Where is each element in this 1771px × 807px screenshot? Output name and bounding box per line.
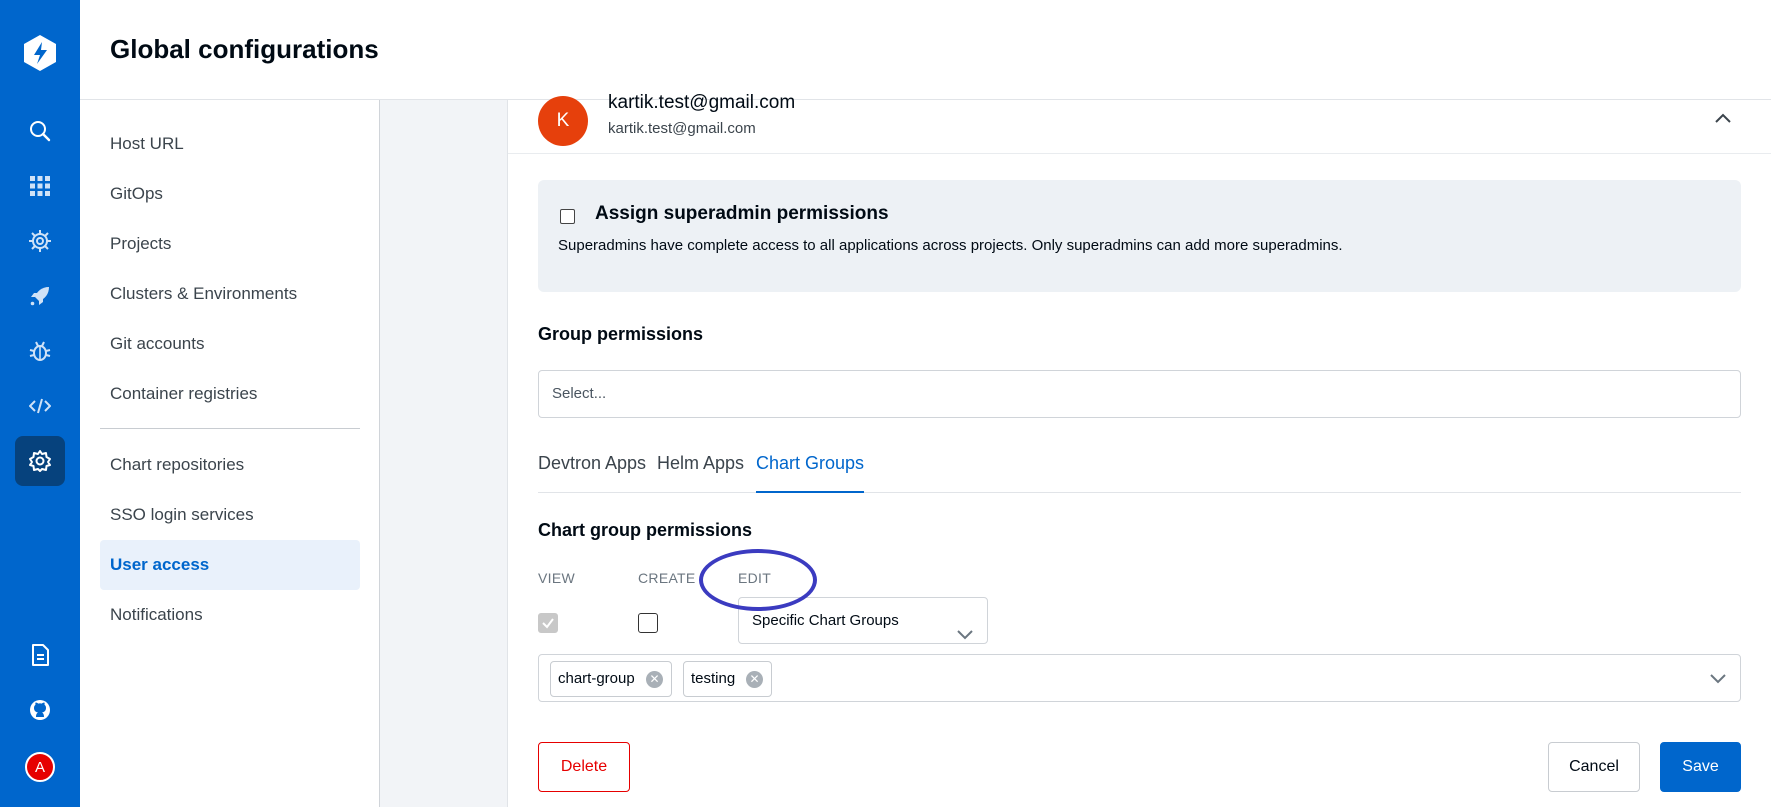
user-name: kartik.test@gmail.com [608, 92, 796, 113]
user-avatar[interactable]: A [25, 752, 55, 782]
superadmin-checkbox[interactable] [560, 209, 575, 224]
sidebar-divider [100, 428, 360, 429]
chip-label: testing [691, 670, 736, 687]
chart-group-permissions-title: Chart group permissions [538, 520, 753, 540]
column-create: CREATE [638, 570, 696, 586]
view-checkbox [538, 613, 558, 633]
user-header[interactable]: K kartik.test@gmail.com kartik.test@gmai… [508, 92, 1771, 154]
delete-button[interactable]: Delete [538, 742, 630, 792]
tab-helm-apps[interactable]: Helm Apps [657, 453, 744, 493]
group-permissions-title: Group permissions [538, 324, 704, 344]
search-icon[interactable] [20, 111, 60, 151]
apps-grid-icon[interactable] [20, 166, 60, 206]
tab-devtron-apps[interactable]: Devtron Apps [538, 453, 646, 493]
user-permission-panel: K kartik.test@gmail.com kartik.test@gmai… [508, 92, 1771, 807]
chip-label: chart-group [558, 670, 635, 687]
code-icon[interactable] [20, 386, 60, 426]
user-avatar-large: K [538, 96, 588, 146]
save-button[interactable]: Save [1660, 742, 1741, 792]
sidebar-item-clusters-environments[interactable]: Clusters & Environments [100, 269, 360, 319]
chip-testing: testing ✕ [683, 661, 772, 697]
sidebar-item-projects[interactable]: Projects [100, 219, 360, 269]
superadmin-title: Assign superadmin permissions [595, 203, 889, 224]
sidebar-item-git-accounts[interactable]: Git accounts [100, 319, 360, 369]
create-checkbox[interactable] [638, 613, 658, 633]
page-header: Global configurations [80, 0, 1771, 100]
github-icon[interactable] [20, 690, 60, 730]
cancel-button[interactable]: Cancel [1548, 742, 1640, 792]
permission-tabs: Devtron Apps Helm Apps Chart Groups [538, 445, 1741, 493]
content-gutter [380, 100, 508, 807]
superadmin-box: Assign superadmin permissions Superadmin… [538, 180, 1741, 292]
deploy-rocket-icon[interactable] [20, 276, 60, 316]
sidebar-item-chart-repositories[interactable]: Chart repositories [100, 440, 360, 490]
sidebar-item-user-access[interactable]: User access [100, 540, 360, 590]
sidebar-item-sso-login-services[interactable]: SSO login services [100, 490, 360, 540]
column-view: VIEW [538, 570, 575, 586]
remove-chip-icon[interactable]: ✕ [646, 671, 663, 688]
chevron-down-icon [957, 613, 973, 658]
chevron-down-icon[interactable] [1710, 671, 1726, 689]
sidebar-item-container-registries[interactable]: Container registries [100, 369, 360, 419]
annotation-circle [699, 549, 817, 611]
settings-gear-icon[interactable] [15, 436, 65, 486]
settings-sidebar: Host URL GitOps Projects Clusters & Envi… [80, 100, 380, 807]
remove-chip-icon[interactable]: ✕ [746, 671, 763, 688]
chart-groups-multiselect[interactable]: chart-group ✕ testing ✕ [538, 654, 1741, 702]
sidebar-item-gitops[interactable]: GitOps [100, 169, 360, 219]
security-bug-icon[interactable] [20, 331, 60, 371]
sidebar-item-host-url[interactable]: Host URL [100, 119, 360, 169]
user-email: kartik.test@gmail.com [608, 120, 756, 137]
devtron-logo-icon[interactable] [20, 33, 60, 73]
chevron-up-icon[interactable] [1715, 110, 1731, 128]
superadmin-description: Superadmins have complete access to all … [558, 237, 1343, 254]
helm-chart-icon[interactable] [20, 221, 60, 261]
left-nav-rail: A [0, 0, 80, 807]
sidebar-item-notifications[interactable]: Notifications [100, 590, 360, 640]
page-title: Global configurations [110, 34, 379, 64]
group-permissions-select[interactable]: Select... [538, 370, 1741, 418]
edit-permission-value: Specific Chart Groups [752, 612, 899, 629]
docs-icon[interactable] [20, 635, 60, 675]
chip-chart-group: chart-group ✕ [550, 661, 672, 697]
tab-chart-groups[interactable]: Chart Groups [756, 453, 865, 493]
